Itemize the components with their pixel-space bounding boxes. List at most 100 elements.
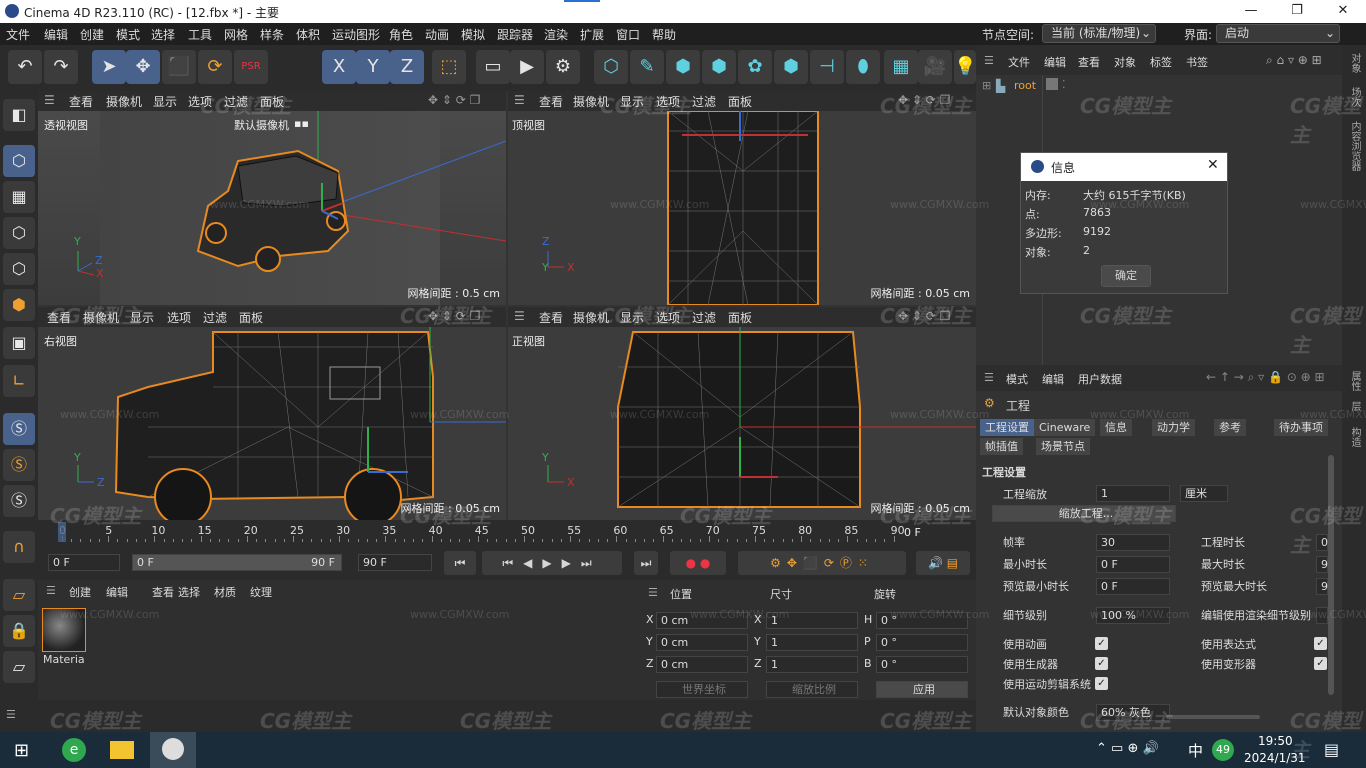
attr-tab[interactable]: 场景节点: [1036, 438, 1090, 455]
menu-item[interactable]: 跟踪器: [497, 26, 533, 43]
render-region-icon[interactable]: ▭: [476, 50, 510, 84]
file-explorer-icon[interactable]: [110, 741, 134, 759]
workplane-lock-icon[interactable]: 🔒: [3, 615, 35, 647]
attr-field[interactable]: 0 F: [1096, 556, 1170, 573]
hamburger-icon[interactable]: ☰: [46, 584, 56, 597]
deformer-icon[interactable]: ⊣: [810, 50, 844, 84]
menu-item[interactable]: 模式: [116, 26, 140, 43]
hamburger-icon[interactable]: ☰: [514, 93, 525, 107]
attr-field[interactable]: 0 F: [1096, 578, 1170, 595]
extrude-icon[interactable]: ⬢: [702, 50, 736, 84]
floor-icon[interactable]: ▦: [884, 50, 918, 84]
vp-menu-filter[interactable]: 过滤: [692, 93, 716, 110]
material-menu-item[interactable]: 编辑: [106, 584, 128, 600]
menu-item[interactable]: 工具: [188, 26, 212, 43]
size-field[interactable]: 1: [766, 634, 858, 651]
vp-menu-filter[interactable]: 过滤: [203, 309, 227, 326]
hamburger-icon[interactable]: ☰: [984, 371, 994, 384]
position-field[interactable]: 0 cm: [656, 656, 748, 673]
ime-indicator[interactable]: 中: [1188, 740, 1203, 761]
scale-mode-dropdown[interactable]: 缩放比例: [766, 681, 858, 698]
model-mode-icon[interactable]: ⬡: [3, 145, 35, 177]
uv-mode-icon[interactable]: ▣: [3, 327, 35, 359]
x-axis-icon[interactable]: X: [322, 50, 356, 84]
attr-tab[interactable]: 帧插值: [980, 438, 1023, 455]
ok-button[interactable]: 确定: [1101, 265, 1151, 287]
coord-system-dropdown[interactable]: 世界坐标: [656, 681, 748, 698]
render-settings-icon[interactable]: ⚙: [546, 50, 580, 84]
rotation-field[interactable]: 0 °: [876, 634, 968, 651]
menu-item[interactable]: 编辑: [44, 26, 68, 43]
playback-controls[interactable]: ⏮◀▶▶⏭: [482, 551, 622, 575]
goto-end-button[interactable]: ⏭: [634, 551, 658, 575]
object-menu-item[interactable]: 对象: [1114, 54, 1136, 70]
render-view-icon[interactable]: ▶: [510, 50, 544, 84]
menu-item[interactable]: 样条: [260, 26, 284, 43]
apply-button[interactable]: 应用: [876, 681, 968, 698]
vp-nav-icons[interactable]: ✥ ⇕ ⟳ ❐: [428, 93, 480, 107]
vp-menu-options[interactable]: 选项: [167, 309, 191, 326]
cube-icon[interactable]: ⬡: [594, 50, 628, 84]
side-tab[interactable]: 属性: [1347, 371, 1362, 391]
menu-item[interactable]: 体积: [296, 26, 320, 43]
attr-nav-icons[interactable]: ← ↑ → ⌕ ▿ 🔒 ⊙ ⊕ ⊞: [1206, 370, 1325, 385]
hamburger-icon[interactable]: ☰: [984, 54, 994, 67]
camera-icon[interactable]: 🎥: [918, 50, 952, 84]
checkbox[interactable]: ✓: [1095, 677, 1108, 690]
field-icon[interactable]: ⬮: [846, 50, 880, 84]
hamburger-icon[interactable]: ☰: [44, 93, 55, 107]
attr-field[interactable]: 9: [1316, 556, 1328, 573]
axis-mode-icon[interactable]: ∟: [3, 365, 35, 397]
checkbox[interactable]: ✓: [1314, 657, 1327, 670]
menu-item[interactable]: 选择: [151, 26, 175, 43]
attr-hscrollbar[interactable]: [1166, 715, 1260, 719]
vp-menu-view[interactable]: 查看: [539, 309, 563, 326]
sound-icon[interactable]: 🔊 ▤: [916, 551, 970, 575]
material-menu-item[interactable]: 选择: [178, 584, 200, 600]
menu-item[interactable]: 运动图形: [332, 26, 380, 43]
hamburger-icon[interactable]: ☰: [6, 708, 16, 721]
object-menu-item[interactable]: 文件: [1008, 54, 1030, 70]
notification-badge[interactable]: 49: [1212, 739, 1234, 761]
key-options-icons[interactable]: ⚙✥⬛⟳Ⓟ⁙: [738, 551, 906, 575]
size-field[interactable]: 1: [766, 656, 858, 673]
menu-item[interactable]: 窗口: [616, 26, 640, 43]
expand-icon[interactable]: ⊞: [982, 79, 991, 92]
tag-icon[interactable]: [1046, 78, 1058, 90]
menu-item[interactable]: 帮助: [652, 26, 676, 43]
coordinate-system-icon[interactable]: ⬚: [432, 50, 466, 84]
material-menu-item[interactable]: 材质: [214, 584, 236, 600]
max-frame-field[interactable]: 90 F: [358, 554, 432, 571]
material-menu-item[interactable]: 创建: [69, 584, 91, 600]
vp-menu-display[interactable]: 显示: [153, 93, 177, 110]
attr-tab[interactable]: 动力学: [1152, 419, 1195, 436]
visibility-dots-icon[interactable]: ⁚: [1062, 78, 1066, 91]
make-editable-icon[interactable]: ◧: [3, 99, 35, 131]
menu-item[interactable]: 模拟: [461, 26, 485, 43]
hamburger-icon[interactable]: ☰: [514, 309, 525, 323]
checkbox[interactable]: ✓: [1314, 637, 1327, 650]
dialog-close-button[interactable]: ✕: [1207, 157, 1219, 173]
subdivision-icon[interactable]: ⬢: [666, 50, 700, 84]
menu-item[interactable]: 渲染: [544, 26, 568, 43]
hamburger-icon[interactable]: ☰: [648, 586, 658, 599]
current-frame-field[interactable]: 0 F: [48, 554, 120, 571]
timeline-ruler[interactable]: 051015202530354045505560657075808590: [38, 520, 976, 542]
object-menu-item[interactable]: 查看: [1078, 54, 1100, 70]
array-icon[interactable]: ⬢: [774, 50, 808, 84]
material-menu-item[interactable]: 纹理: [250, 584, 272, 600]
project-unit-dropdown[interactable]: 厘米: [1180, 485, 1228, 502]
clock-time[interactable]: 19:50: [1258, 734, 1293, 748]
object-menu-item[interactable]: 书签: [1186, 54, 1208, 70]
attr-field[interactable]: 9: [1316, 578, 1328, 595]
texture-mode-icon[interactable]: ▦: [3, 181, 35, 213]
y-axis-icon[interactable]: Y: [356, 50, 390, 84]
minimize-button[interactable]: —: [1228, 0, 1274, 23]
psr-icon[interactable]: PSR: [234, 50, 268, 84]
checkbox[interactable]: ✓: [1095, 637, 1108, 650]
close-button[interactable]: ✕: [1320, 0, 1366, 23]
point-mode-icon[interactable]: ⬡: [3, 217, 35, 249]
attr-menu-item[interactable]: 编辑: [1042, 371, 1064, 387]
node-space-dropdown[interactable]: 当前 (标准/物理) ⌄: [1042, 24, 1156, 43]
magnet-icon[interactable]: ∩: [3, 531, 35, 563]
